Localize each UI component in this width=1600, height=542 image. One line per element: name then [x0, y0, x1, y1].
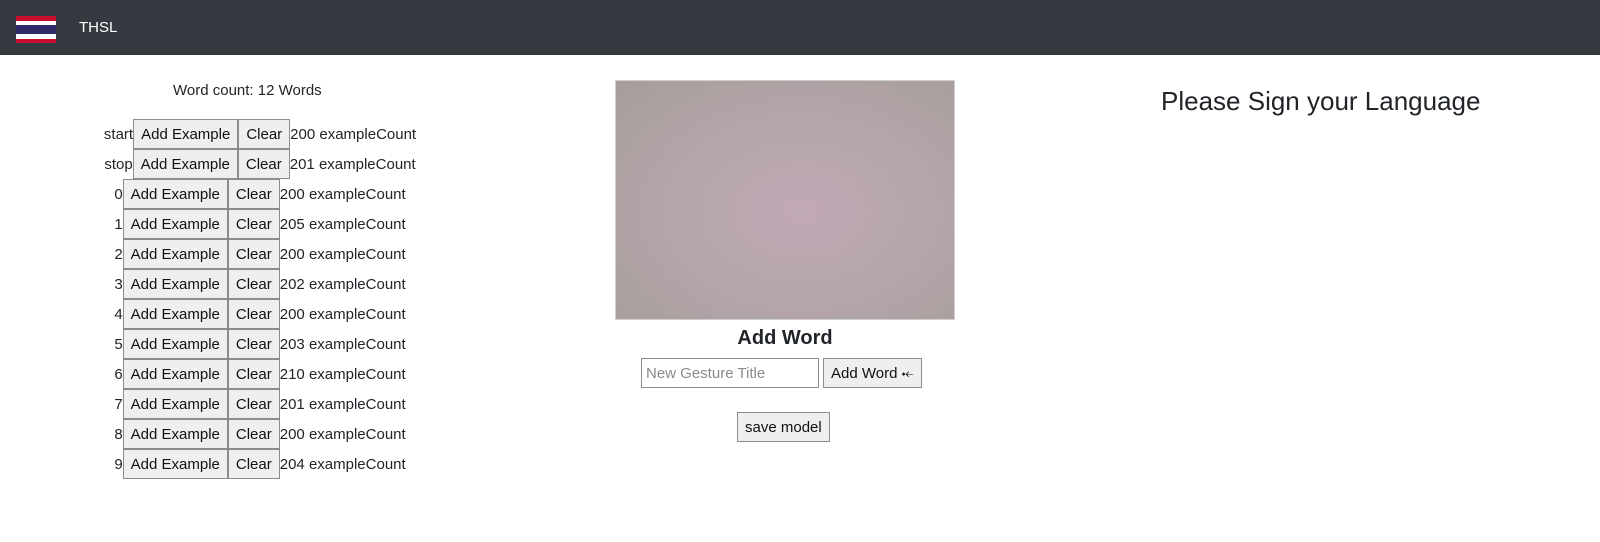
- gesture-label: 2: [114, 245, 123, 263]
- brand-title[interactable]: THSL: [79, 19, 117, 36]
- gesture-label: 8: [114, 425, 123, 443]
- gesture-label: 0: [114, 185, 123, 203]
- example-row: 7 Add Example Clear 201 exampleCount: [0, 389, 520, 419]
- gesture-label: 5: [114, 335, 123, 353]
- clear-button[interactable]: Clear: [227, 389, 280, 419]
- clear-button[interactable]: Clear: [227, 449, 280, 479]
- example-row: 4 Add Example Clear 200 exampleCount: [0, 299, 520, 329]
- example-row: 0 Add Example Clear 200 exampleCount: [0, 179, 520, 209]
- example-count: 200 exampleCount: [279, 425, 406, 443]
- add-word-button[interactable]: Add Word ⤝: [823, 358, 922, 388]
- word-count-label: Word count: 12 Words: [173, 82, 322, 99]
- gesture-label: start: [103, 125, 134, 143]
- example-row: 9 Add Example Clear 204 exampleCount: [0, 449, 520, 479]
- clear-button[interactable]: Clear: [227, 299, 280, 329]
- example-count: 201 exampleCount: [289, 155, 416, 173]
- add-example-button[interactable]: Add Example: [122, 179, 228, 209]
- example-row: stop Add Example Clear 201 exampleCount: [0, 149, 520, 179]
- gesture-label: 7: [114, 395, 123, 413]
- clear-button[interactable]: Clear: [227, 419, 280, 449]
- add-example-button[interactable]: Add Example: [122, 419, 228, 449]
- clear-button[interactable]: Clear: [227, 359, 280, 389]
- example-row: 8 Add Example Clear 200 exampleCount: [0, 419, 520, 449]
- example-count: 210 exampleCount: [279, 365, 406, 383]
- example-count: 203 exampleCount: [279, 335, 406, 353]
- example-row: 2 Add Example Clear 200 exampleCount: [0, 239, 520, 269]
- webcam-feed: [615, 80, 955, 320]
- add-example-button[interactable]: Add Example: [122, 449, 228, 479]
- example-count: 202 exampleCount: [279, 275, 406, 293]
- sign-prompt: Please Sign your Language: [1161, 86, 1481, 116]
- thai-flag-icon[interactable]: [16, 16, 56, 43]
- clear-button[interactable]: Clear: [238, 119, 291, 149]
- gesture-label: 4: [114, 305, 123, 323]
- example-row: 6 Add Example Clear 210 exampleCount: [0, 359, 520, 389]
- gesture-label: 1: [114, 215, 123, 233]
- example-row: 1 Add Example Clear 205 exampleCount: [0, 209, 520, 239]
- add-example-button[interactable]: Add Example: [122, 299, 228, 329]
- gesture-label: 3: [114, 275, 123, 293]
- example-rows: start Add Example Clear 200 exampleCount sto…: [0, 119, 520, 479]
- example-count: 204 exampleCount: [279, 455, 406, 473]
- add-example-button[interactable]: Add Example: [122, 329, 228, 359]
- add-example-button[interactable]: Add Example: [122, 389, 228, 419]
- gesture-label: 6: [114, 365, 123, 383]
- add-example-button[interactable]: Add Example: [122, 239, 228, 269]
- example-count: 200 exampleCount: [279, 305, 406, 323]
- example-row: 5 Add Example Clear 203 exampleCount: [0, 329, 520, 359]
- example-count: 205 exampleCount: [279, 215, 406, 233]
- clear-button[interactable]: Clear: [237, 149, 290, 179]
- add-word-heading: Add Word: [737, 327, 833, 349]
- clear-button[interactable]: Clear: [227, 269, 280, 299]
- clear-button[interactable]: Clear: [227, 209, 280, 239]
- clear-button[interactable]: Clear: [227, 179, 280, 209]
- add-example-button[interactable]: Add Example: [122, 269, 228, 299]
- add-example-button[interactable]: Add Example: [122, 209, 228, 239]
- add-example-button[interactable]: Add Example: [132, 149, 238, 179]
- example-count: 200 exampleCount: [279, 245, 406, 263]
- save-model-button[interactable]: save model: [737, 412, 830, 442]
- gesture-label: 9: [114, 455, 123, 473]
- example-count: 201 exampleCount: [279, 395, 406, 413]
- add-example-button[interactable]: Add Example: [122, 359, 228, 389]
- example-row: 3 Add Example Clear 202 exampleCount: [0, 269, 520, 299]
- top-navbar: THSL: [0, 0, 1600, 55]
- example-count: 200 exampleCount: [290, 125, 417, 143]
- new-gesture-title-input[interactable]: [641, 358, 819, 388]
- add-example-button[interactable]: Add Example: [133, 119, 239, 149]
- clear-button[interactable]: Clear: [227, 329, 280, 359]
- example-count: 200 exampleCount: [279, 185, 406, 203]
- gesture-label: stop: [104, 155, 133, 173]
- example-row: start Add Example Clear 200 exampleCount: [0, 119, 520, 149]
- clear-button[interactable]: Clear: [227, 239, 280, 269]
